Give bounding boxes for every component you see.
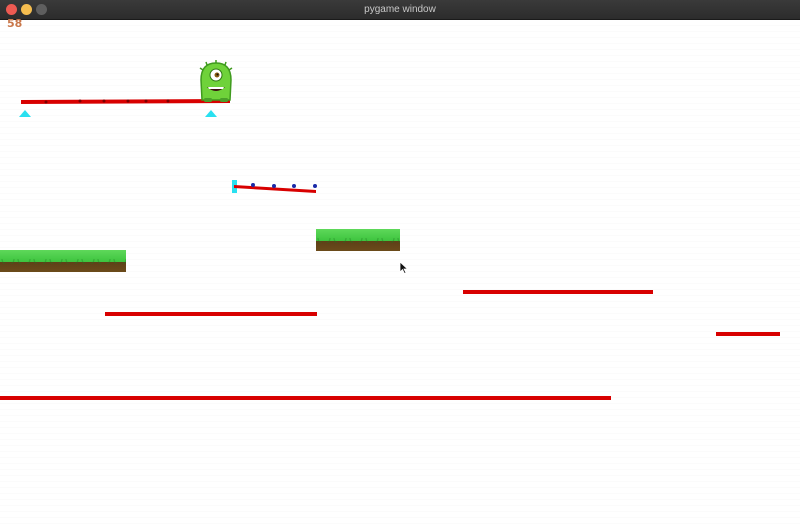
cyan-marker bbox=[19, 110, 31, 117]
cyan-marker bbox=[205, 110, 217, 117]
grass-platform bbox=[316, 229, 400, 251]
game-window: pygame window 58 bbox=[0, 0, 800, 524]
red-platform bbox=[716, 332, 780, 336]
grass-platform bbox=[0, 250, 126, 272]
collectible-dot bbox=[272, 184, 276, 188]
title-bar: pygame window bbox=[0, 0, 800, 20]
red-platform bbox=[105, 312, 317, 316]
collectible-dot bbox=[251, 183, 255, 187]
red-platform bbox=[0, 396, 611, 400]
tilted-platform-middle bbox=[234, 185, 316, 193]
monster-icon bbox=[199, 60, 233, 102]
red-platform bbox=[463, 290, 653, 294]
collectible-dot bbox=[292, 184, 296, 188]
cursor-icon bbox=[399, 261, 409, 275]
fps-counter: 58 bbox=[7, 17, 23, 30]
window-title: pygame window bbox=[364, 4, 436, 15]
collectible-dot bbox=[313, 184, 317, 188]
